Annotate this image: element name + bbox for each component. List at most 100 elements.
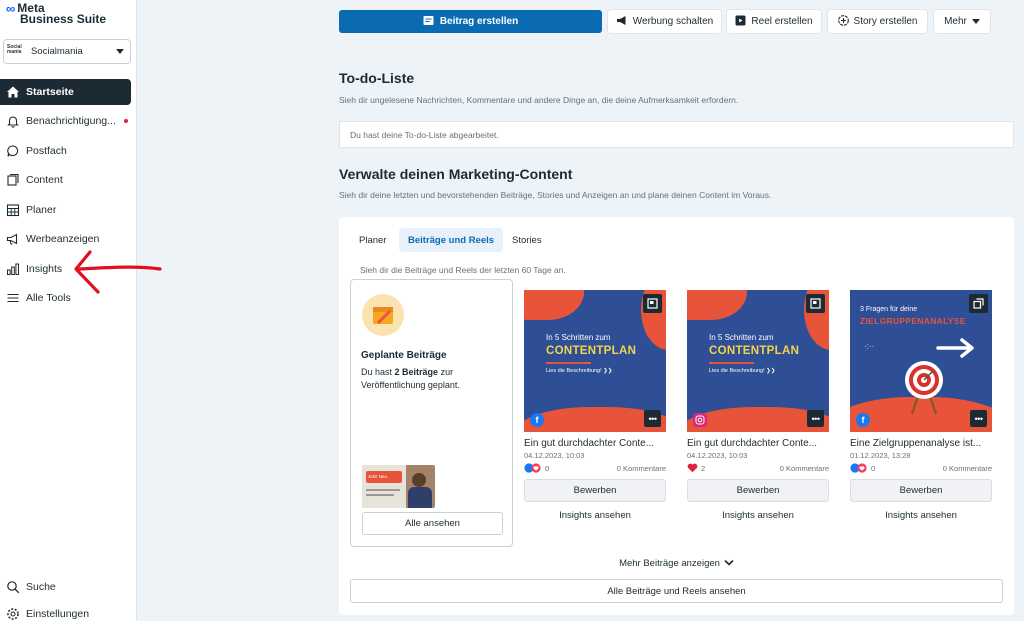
boost-button[interactable]: Bewerben xyxy=(687,479,829,502)
post-date: 04.12.2023, 10:03 xyxy=(524,451,585,460)
megaphone-icon xyxy=(616,15,628,29)
meta-infinity-icon: ∞ xyxy=(6,1,16,16)
view-insights-link[interactable]: Insights ansehen xyxy=(524,510,666,521)
more-options-icon[interactable]: ••• xyxy=(644,410,661,427)
sidebar: ∞ Meta Business Suite Social mania Social… xyxy=(0,0,137,621)
facebook-icon: f xyxy=(856,413,870,427)
story-plus-icon xyxy=(837,14,849,29)
meta-business-suite-logo[interactable]: ∞ Meta Business Suite xyxy=(6,1,107,26)
boost-button[interactable]: Bewerben xyxy=(524,479,666,502)
reactions: 0 xyxy=(524,462,549,475)
ads-label: Werbung schalten xyxy=(632,16,714,27)
marketing-title: Verwalte deinen Marketing-Content xyxy=(339,166,573,182)
boost-button[interactable]: Bewerben xyxy=(850,479,992,502)
more-label: Mehr xyxy=(944,16,967,27)
story-label: Story erstellen xyxy=(853,16,918,27)
reel-button[interactable]: Reel erstellen xyxy=(727,10,821,33)
home-icon xyxy=(6,85,20,99)
show-more-posts-label: Mehr Beiträge anzeigen xyxy=(619,558,720,569)
like-heart-reactions-icon xyxy=(850,462,868,475)
planned-post-thumbnail[interactable]: Jetzt Neu xyxy=(362,465,406,508)
dots-decoration: ·:·· xyxy=(864,342,875,351)
post-title[interactable]: Ein gut durchdachter Conte... xyxy=(687,438,829,449)
post-card[interactable]: 3 Fragen für deine ZIELGRUPPENANALYSE ·:… xyxy=(850,290,992,521)
more-options-icon[interactable]: ••• xyxy=(807,410,824,427)
caret-down-icon xyxy=(116,49,124,54)
post-title[interactable]: Ein gut durchdachter Conte... xyxy=(524,438,666,449)
bar-chart-icon xyxy=(6,262,20,276)
post-stats: 2 0 Kommentare xyxy=(687,463,829,474)
reactions: 0 xyxy=(850,462,875,475)
view-all-posts-reels-button[interactable]: Alle Beiträge und Reels ansehen xyxy=(350,579,1003,603)
create-post-label: Beitrag erstellen xyxy=(439,16,519,27)
post-type-icon xyxy=(806,294,825,313)
ads-button[interactable]: Werbung schalten xyxy=(608,10,721,33)
nav-label: Einstellungen xyxy=(26,608,90,620)
calendar-grid-icon xyxy=(6,203,20,217)
tab-planer[interactable]: Planer xyxy=(350,228,395,252)
post-card[interactable]: In 5 Schritten zum CONTENTPLAN Lies die … xyxy=(524,290,666,521)
reactions: 2 xyxy=(687,463,705,475)
red-annotation-arrow xyxy=(74,250,162,294)
comment-count: 0 Kommentare xyxy=(779,464,829,473)
gear-icon xyxy=(6,607,20,621)
menu-icon xyxy=(6,291,20,305)
account-switcher[interactable]: Social mania Socialmania xyxy=(3,39,131,64)
nav-label: Benachrichtigung... xyxy=(26,115,116,127)
heart-icon xyxy=(687,463,698,475)
planned-posts-title: Geplante Beiträge xyxy=(361,350,447,361)
view-insights-link[interactable]: Insights ansehen xyxy=(850,510,992,521)
nav-item-planer[interactable]: Planer xyxy=(0,197,131,223)
nav-item-postfach[interactable]: Postfach xyxy=(0,138,131,164)
reel-icon xyxy=(735,15,746,29)
view-all-planned-button[interactable]: Alle ansehen xyxy=(362,512,503,535)
marketing-subtitle: Sieh dir deine letzten und bevorstehende… xyxy=(339,190,772,200)
reel-label: Reel erstellen xyxy=(751,16,813,27)
story-button[interactable]: Story erstellen xyxy=(828,10,927,33)
post-image[interactable]: In 5 Schritten zum CONTENTPLAN Lies die … xyxy=(524,290,666,432)
more-options-icon[interactable]: ••• xyxy=(970,410,987,427)
comment-count: 0 Kommentare xyxy=(616,464,666,473)
todo-subtitle: Sieh dir ungelesene Nachrichten, Komment… xyxy=(339,95,739,105)
post-stats: 0 0 Kommentare xyxy=(524,462,666,475)
post-stats: 0 0 Kommentare xyxy=(850,462,992,475)
post-image[interactable]: In 5 Schritten zum CONTENTPLAN Lies die … xyxy=(687,290,829,432)
target-graphic xyxy=(902,358,946,421)
logo-suite-text: Business Suite xyxy=(20,12,107,26)
show-more-posts-link[interactable]: Mehr Beiträge anzeigen xyxy=(339,558,1014,569)
post-title[interactable]: Eine Zielgruppenanalyse ist... xyxy=(850,438,992,449)
nav-item-benachrichtigungen[interactable]: Benachrichtigung... xyxy=(0,108,131,134)
caret-down-icon xyxy=(971,19,980,24)
planned-post-thumbnail[interactable] xyxy=(406,465,435,508)
post-date: 04.12.2023, 10:03 xyxy=(687,451,748,460)
facebook-icon: f xyxy=(530,413,544,427)
post-date: 01.12.2023, 13:28 xyxy=(850,451,911,460)
tab-beitraege-und-reels[interactable]: Beiträge und Reels xyxy=(399,228,504,252)
more-dropdown-button[interactable]: Mehr xyxy=(934,10,990,33)
planned-posts-description: Du hast 2 Beiträge zur Veröffentlichung … xyxy=(361,367,460,390)
content-icon xyxy=(6,173,20,187)
view-insights-link[interactable]: Insights ansehen xyxy=(687,510,829,521)
post-card[interactable]: In 5 Schritten zum CONTENTPLAN Lies die … xyxy=(687,290,829,521)
nav-label: Planer xyxy=(26,204,57,216)
chat-bubble-icon xyxy=(6,144,20,158)
nav-item-startseite[interactable]: Startseite xyxy=(0,79,131,105)
like-heart-reactions-icon xyxy=(524,462,542,475)
nav-label: Content xyxy=(26,174,63,186)
account-name: Socialmania xyxy=(31,46,83,57)
nav-item-content[interactable]: Content xyxy=(0,167,131,193)
chevron-down-icon xyxy=(724,558,734,569)
search-icon xyxy=(6,580,20,594)
unread-dot xyxy=(123,119,128,123)
create-post-button[interactable]: Beitrag erstellen xyxy=(339,10,602,33)
calendar-pencil-icon xyxy=(362,294,404,336)
marketing-panel: Planer Beiträge und Reels Stories Sieh d… xyxy=(339,217,1014,615)
nav-item-suche[interactable]: Suche xyxy=(0,574,131,600)
bell-icon xyxy=(6,114,20,128)
nav-item-einstellungen[interactable]: Einstellungen xyxy=(0,601,131,621)
megaphone-icon xyxy=(6,232,20,246)
post-image[interactable]: 3 Fragen für deine ZIELGRUPPENANALYSE ·:… xyxy=(850,290,992,432)
tab-stories[interactable]: Stories xyxy=(503,228,551,252)
todo-empty-box: Du hast deine To-do-Liste abgearbeitet. xyxy=(339,121,1014,148)
nav-label: Insights xyxy=(26,263,63,275)
